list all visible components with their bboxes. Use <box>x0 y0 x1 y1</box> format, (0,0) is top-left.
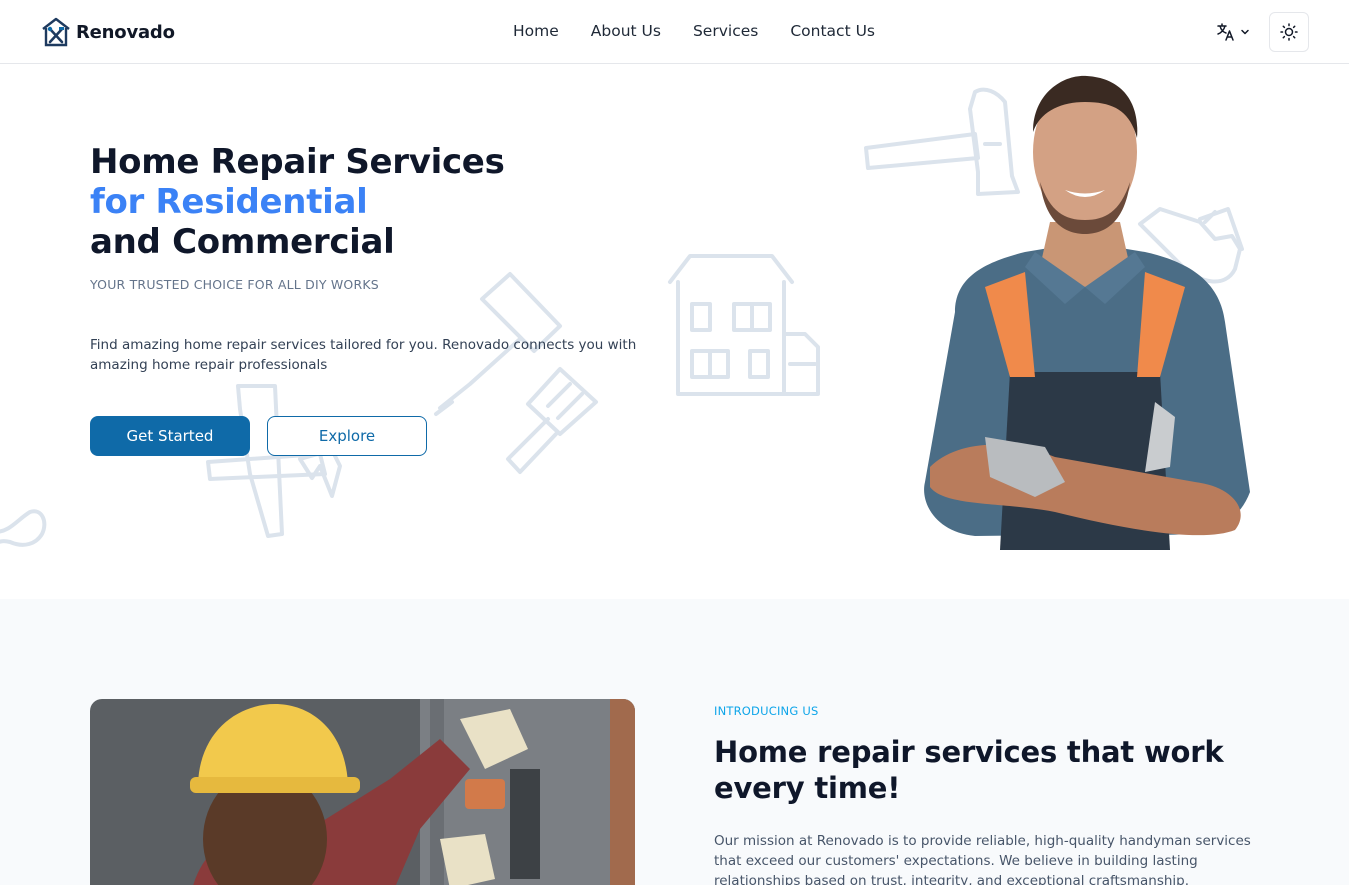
nav-about-us[interactable]: About Us <box>591 20 661 42</box>
brand-name: Renovado <box>76 21 175 43</box>
get-started-button[interactable]: Get Started <box>90 416 250 456</box>
hero-section: Home Repair Services for Residential and… <box>0 64 1349 599</box>
about-description: Our mission at Renovado is to provide re… <box>714 833 1251 885</box>
explore-button[interactable]: Explore <box>267 416 427 456</box>
hero-title: Home Repair Services for Residential and… <box>90 142 505 262</box>
chevron-down-icon <box>1241 29 1249 35</box>
language-selector[interactable] <box>1216 22 1250 42</box>
site-header: Renovado Home About Us Services Contact … <box>0 0 1349 64</box>
handyman-image <box>924 75 1250 550</box>
worker-photo <box>90 699 635 885</box>
hero-subtitle: YOUR TRUSTED CHOICE FOR ALL DIY WORKS <box>90 277 379 292</box>
about-kicker: INTRODUCING US <box>714 704 819 718</box>
translate-icon <box>1217 23 1234 41</box>
nav-contact-us[interactable]: Contact Us <box>790 20 875 42</box>
about-title: Home repair services that work every tim… <box>714 735 1224 805</box>
sun-icon <box>1280 23 1298 41</box>
nav-home[interactable]: Home <box>513 20 559 42</box>
hero-title-line-2: for Residential <box>90 182 368 222</box>
hero-title-line-3: and Commercial <box>90 222 395 262</box>
about-section: INTRODUCING US Home repair services that… <box>0 599 1349 885</box>
theme-toggle-button[interactable] <box>1269 12 1309 52</box>
brand-logo[interactable]: Renovado <box>40 16 175 48</box>
worker-photo-illustration <box>90 699 635 885</box>
house-tools-icon <box>42 17 70 47</box>
hero-description: Find amazing home repair services tailor… <box>90 337 637 373</box>
nav-services[interactable]: Services <box>693 20 758 42</box>
hero-title-line-1: Home Repair Services <box>90 142 505 182</box>
main-nav: Home About Us Services Contact Us <box>513 20 907 42</box>
